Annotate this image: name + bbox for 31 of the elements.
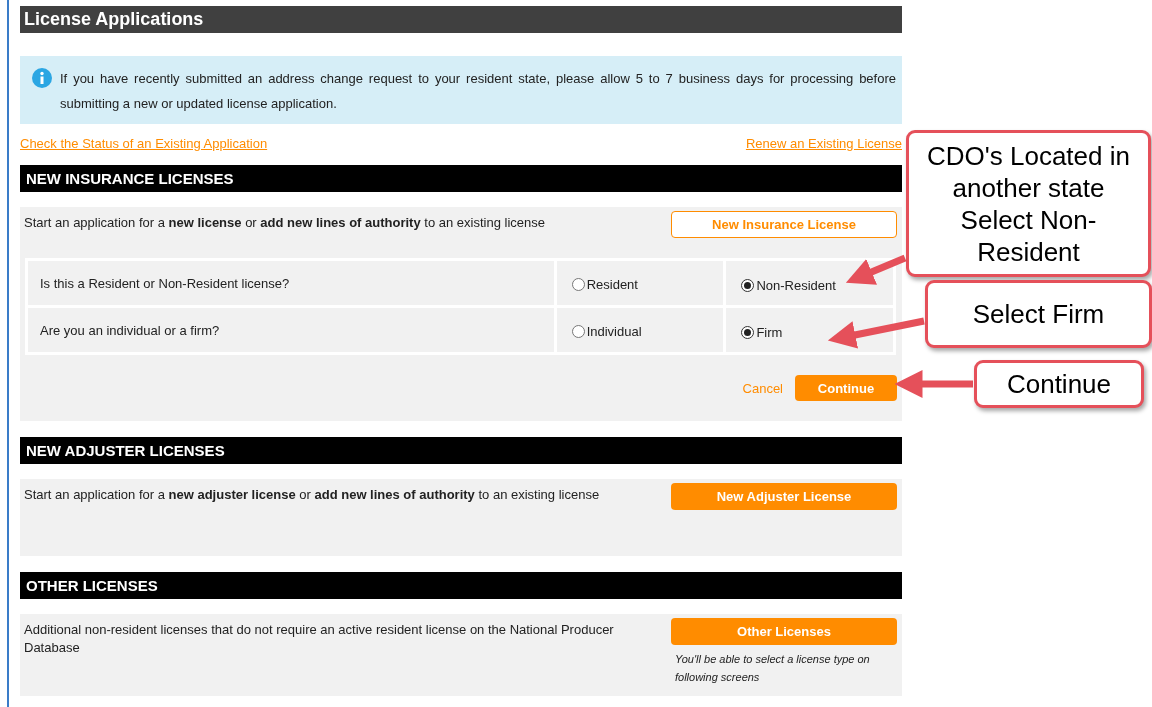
section-heading: NEW ADJUSTER LICENSES [20, 437, 902, 464]
question-cell: Is this a Resident or Non-Resident license? [26, 259, 556, 307]
section-heading: OTHER LICENSES [20, 572, 902, 599]
radio-button[interactable] [571, 324, 585, 338]
radio-option[interactable]: Individual [571, 323, 642, 339]
question-cell: Are you an individual or a firm? [26, 306, 556, 354]
license-button[interactable]: New Insurance License [671, 211, 897, 238]
radio-button[interactable] [741, 279, 755, 292]
section-heading: NEW INSURANCE LICENSES [20, 165, 902, 192]
section-description: Additional non-resident licenses that do not require an active resident license on the National Producer Database [24, 621, 615, 657]
license-button[interactable]: Other Licenses [671, 618, 897, 645]
section-description: Start an application for a new adjuster license or add new lines of authority to an existing license [24, 486, 601, 504]
hint-text: You'll be able to select a license type on following screens [674, 652, 871, 685]
callout-box: Select Firm [925, 280, 1152, 348]
callout-box: CDO's Located in another state Select Non-Resident [906, 130, 1151, 277]
status-link[interactable]: Check the Status of an Existing Application [20, 136, 268, 151]
radio-option[interactable]: Resident [571, 276, 638, 292]
section-description: Start an application for a new license or add new lines of authority to an existing license [24, 214, 546, 232]
continue-button[interactable]: Continue [795, 375, 897, 401]
callout-box: Continue [974, 360, 1144, 408]
page-title: License Applications [20, 6, 902, 33]
radio-button[interactable] [741, 326, 755, 339]
radio-option[interactable]: Non-Resident [741, 278, 836, 293]
pointer-arrow [845, 254, 907, 285]
radio-option[interactable]: Firm [741, 325, 783, 340]
notice-text: If you have recently submitted an address change request to your resident state, please allow 5 to 7 business days for processing before submitting a new or updated license application. [60, 70, 896, 113]
radio-button[interactable] [571, 277, 585, 291]
cancel-link[interactable]: Cancel [742, 380, 783, 396]
license-button[interactable]: New Adjuster License [671, 483, 897, 510]
info-icon [32, 68, 52, 88]
renew-link[interactable]: Renew an Existing License [745, 136, 902, 151]
